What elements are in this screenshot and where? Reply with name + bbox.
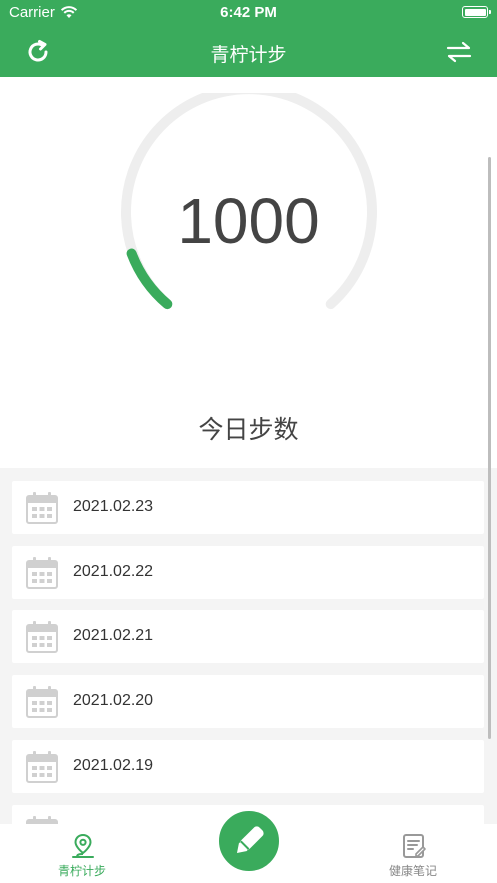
tab-health-notes-label: 健康笔记 xyxy=(388,864,437,878)
step-count: 1000 xyxy=(177,185,320,257)
history-date: 2021.02.22 xyxy=(73,563,154,580)
history-row[interactable]: 2021.02.22 xyxy=(12,546,484,599)
history-row[interactable]: 2021.02.21 xyxy=(12,610,484,663)
calendar-icon xyxy=(26,557,58,589)
history-row[interactable]: 2021.02.20 xyxy=(12,675,484,728)
history-date: 2021.02.19 xyxy=(73,757,154,774)
tab-step-counter[interactable]: 青柠计步 xyxy=(2,824,162,883)
tab-health-notes[interactable]: 健康笔记 xyxy=(333,824,493,883)
history-row[interactable]: 2021.02.19 xyxy=(12,740,484,793)
pencil-icon xyxy=(236,826,264,854)
today-steps-label: 今日步数 xyxy=(198,415,299,444)
page-title: 青柠计步 xyxy=(210,44,287,66)
gauge-progress-arc xyxy=(126,248,173,310)
status-time: 6:42 PM xyxy=(220,4,277,21)
history-date: 2021.02.20 xyxy=(73,692,154,709)
tab-step-counter-label: 青柠计步 xyxy=(57,864,106,878)
swap-arrows-icon[interactable] xyxy=(445,39,473,65)
history-date: 2021.02.21 xyxy=(73,627,154,644)
nav-bar: 青柠计步 xyxy=(0,27,497,77)
history-list: 2021.02.23 2021.02.22 2021.02.21 2021.02… xyxy=(0,468,497,824)
calendar-icon xyxy=(26,816,58,824)
calendar-icon xyxy=(26,492,58,524)
location-pin-icon xyxy=(72,833,94,858)
write-note-button[interactable] xyxy=(216,808,282,874)
history-row[interactable]: 2021.02.23 xyxy=(12,481,484,534)
calendar-icon xyxy=(26,686,58,718)
calendar-icon xyxy=(26,751,58,783)
history-date: 2021.02.23 xyxy=(73,498,154,515)
today-steps-panel: 1000 今日步数 xyxy=(0,77,497,468)
note-icon xyxy=(403,834,426,858)
status-bar: Carrier 6:42 PM xyxy=(0,0,497,27)
battery-icon xyxy=(462,6,491,18)
calendar-icon xyxy=(26,621,58,653)
